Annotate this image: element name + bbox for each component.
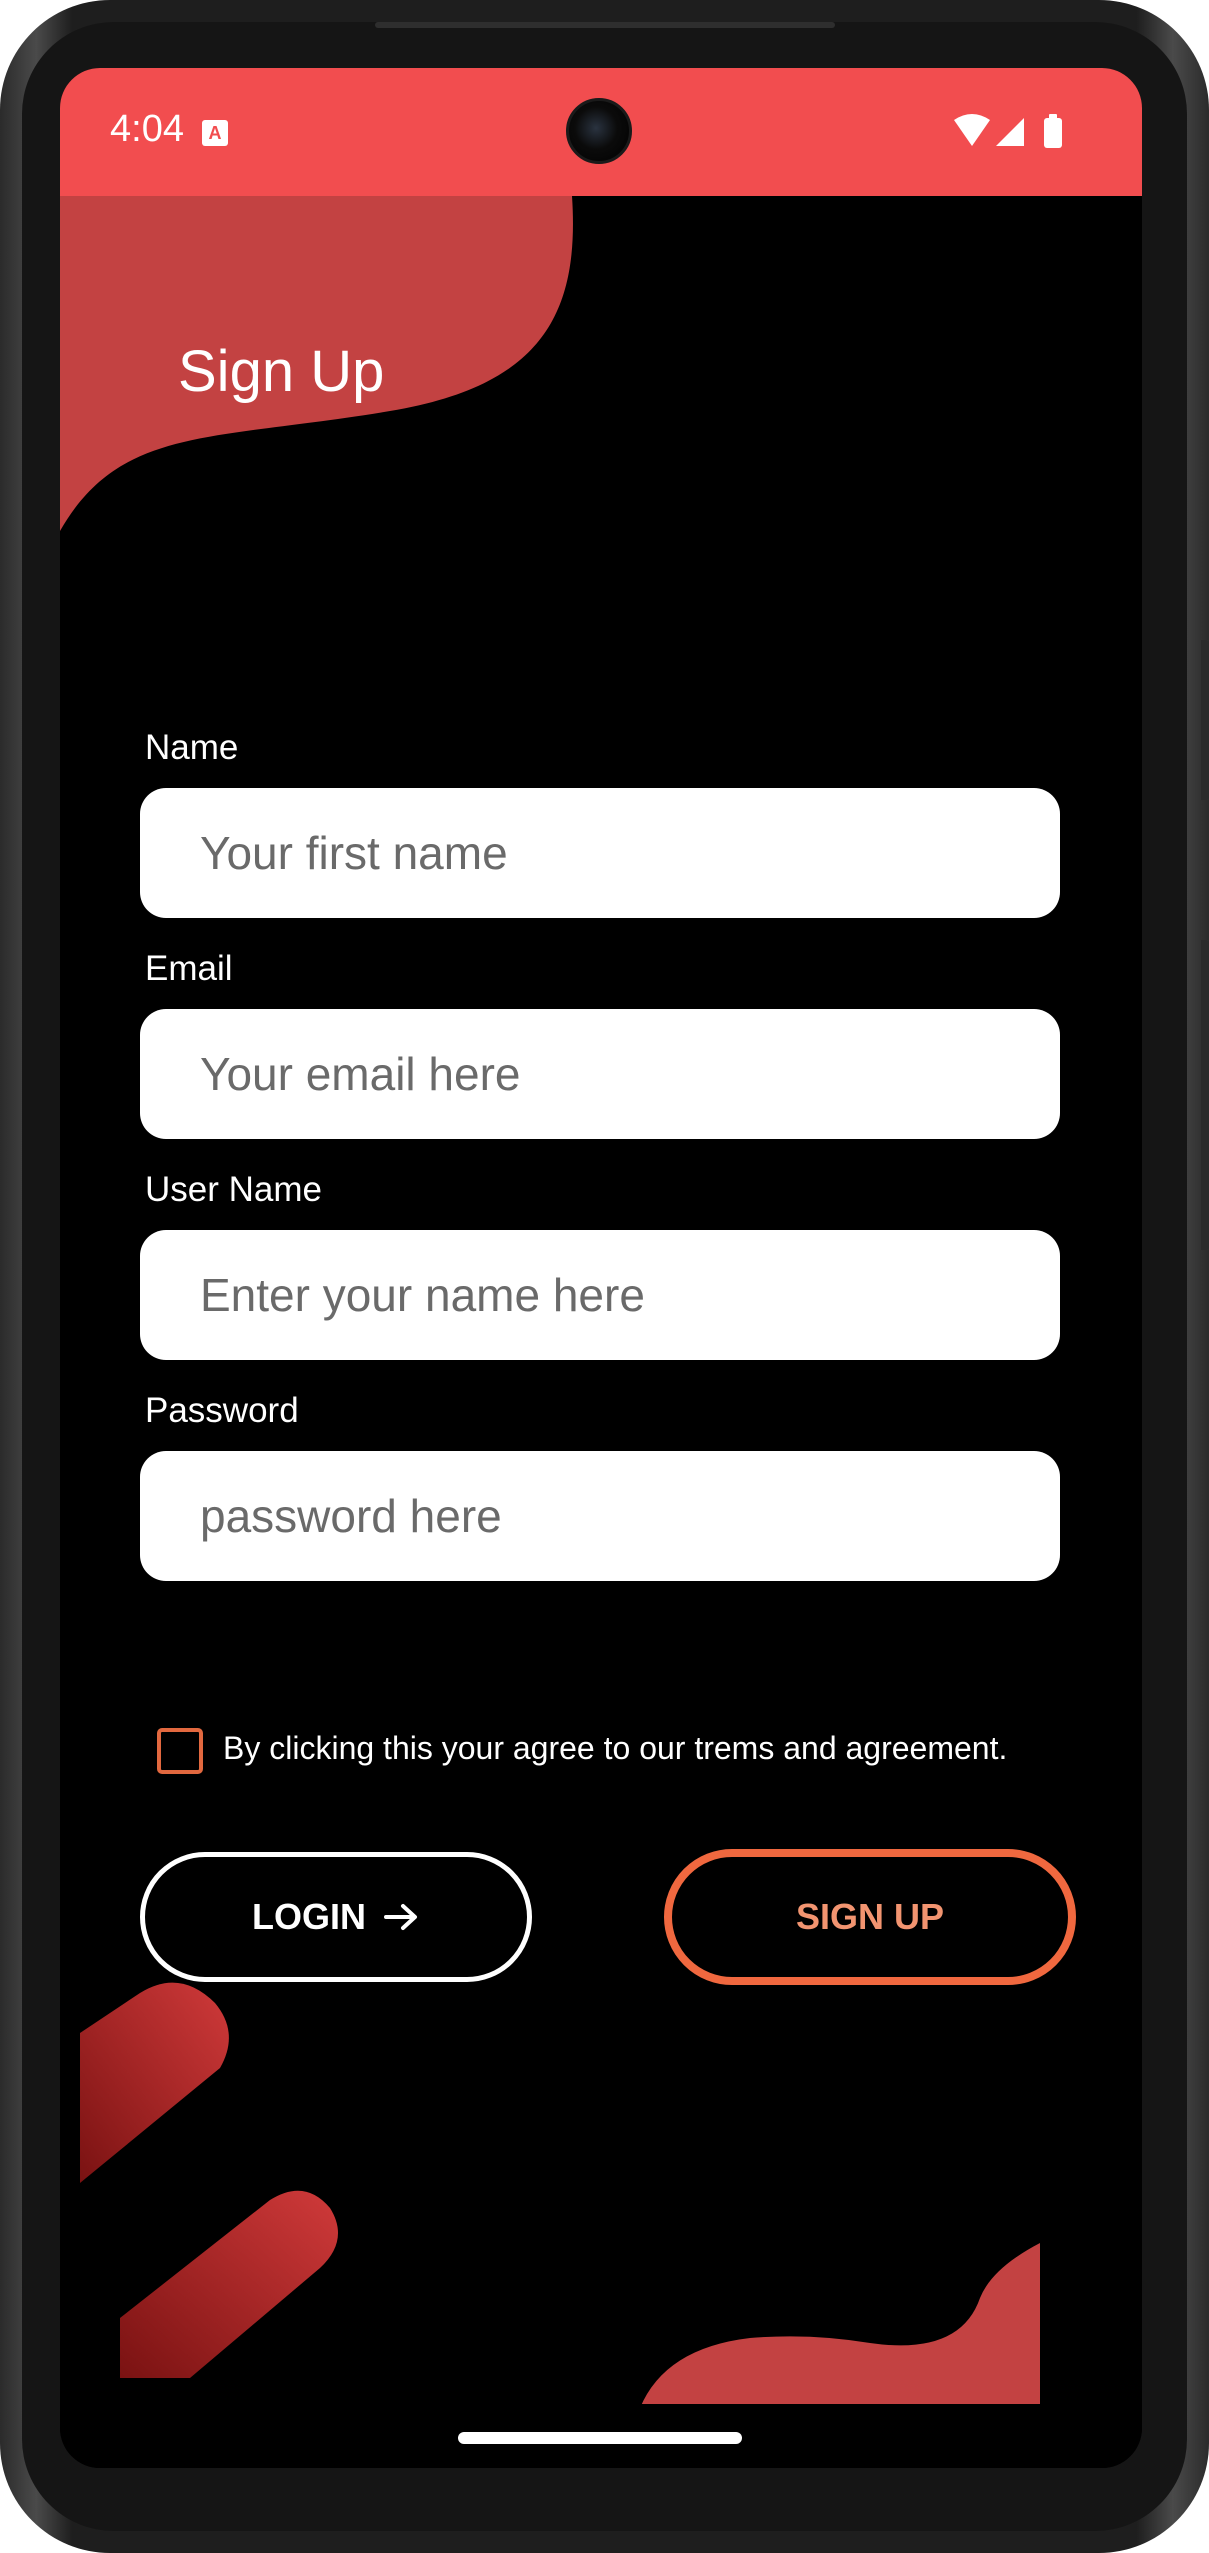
status-bar: 4:04 A [60, 68, 1142, 196]
signup-button-label: SIGN UP [795, 1896, 945, 1937]
email-label: Email [145, 949, 233, 988]
username-label: User Name [145, 1170, 322, 1209]
status-time: 4:04 [110, 108, 184, 150]
arrow-right-icon [384, 1904, 417, 1930]
home-gesture-handle[interactable] [458, 2432, 742, 2444]
text-a-icon: A [202, 120, 228, 146]
signup-button[interactable]: SIGN UP [664, 1849, 1076, 1985]
password-label: Password [145, 1391, 299, 1430]
wifi-icon [954, 114, 990, 146]
bottom-right-wave-decoration [640, 2243, 1040, 2408]
status-icons [954, 114, 1062, 148]
page-title: Sign Up [178, 339, 385, 404]
bottom-left-decoration [80, 1982, 338, 2378]
header-wave-decoration [60, 196, 573, 531]
terms-label: By clicking this your agree to our trems… [223, 1730, 1008, 1766]
username-input[interactable] [140, 1230, 1060, 1360]
volume-button [1201, 940, 1209, 1250]
email-input[interactable] [140, 1009, 1060, 1139]
speaker-grille [375, 22, 835, 28]
screen: Sign Up 4:04 A Name Email [60, 68, 1142, 2468]
login-button-label: LOGIN [252, 1896, 366, 1937]
password-input[interactable] [140, 1451, 1060, 1581]
name-input[interactable] [140, 788, 1060, 918]
signal-icon [996, 118, 1024, 146]
login-button[interactable]: LOGIN [140, 1852, 532, 1982]
terms-checkbox[interactable] [157, 1728, 203, 1774]
battery-icon [1044, 114, 1062, 148]
device-frame: Sign Up 4:04 A Name Email [0, 0, 1209, 2553]
name-label: Name [145, 728, 239, 767]
front-camera [566, 98, 632, 164]
power-button [1201, 640, 1209, 800]
